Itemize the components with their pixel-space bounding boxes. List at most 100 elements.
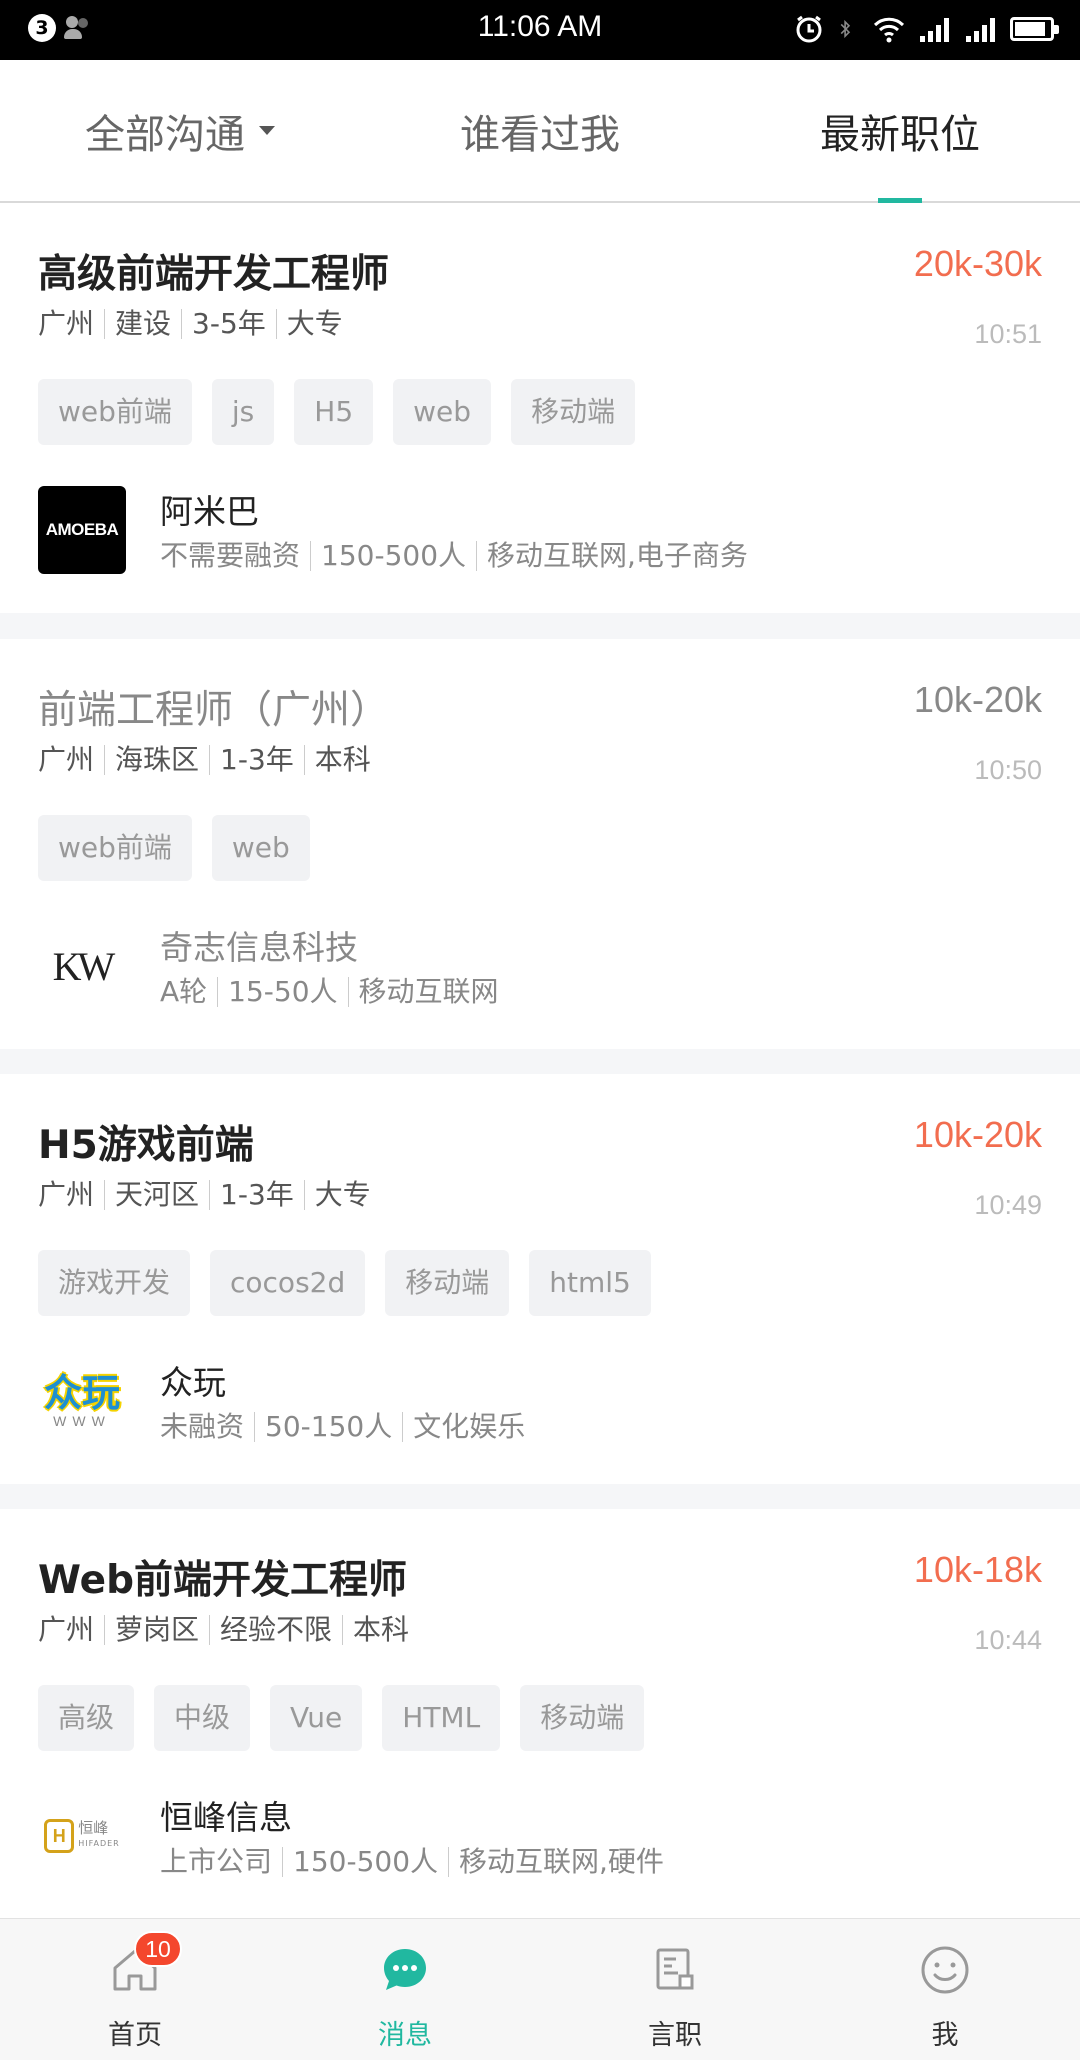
battery-icon	[1010, 17, 1059, 41]
company-industry: 移动互联网,硬件	[448, 1847, 674, 1877]
job-title: 高级前端开发工程师	[38, 252, 390, 297]
job-tag: 中级	[154, 1685, 251, 1751]
company-meta: 上市公司 150-500人 移动互联网,硬件	[160, 1847, 674, 1877]
nav-home[interactable]: 10 首页	[0, 1919, 270, 2060]
company-funding: 上市公司	[160, 1845, 273, 1878]
job-city: 广州	[38, 1613, 95, 1646]
chevron-down-icon	[259, 126, 275, 135]
job-time: 10:51	[974, 319, 1042, 349]
job-tag: 高级	[38, 1685, 135, 1751]
company-size: 15-50人	[217, 977, 347, 1007]
job-tag: web前端	[38, 815, 192, 881]
job-time: 10:49	[974, 1190, 1042, 1220]
job-education: 大专	[275, 309, 353, 339]
company-logo: AMOEBA	[38, 486, 126, 574]
company-name: 恒峰信息	[160, 1798, 292, 1837]
job-tag: HTML	[382, 1685, 501, 1751]
job-meta: 广州 萝岗区 经验不限 本科	[38, 1615, 419, 1645]
job-salary: 10k-18k	[913, 1549, 1042, 1590]
document-icon	[646, 1941, 704, 1999]
job-card[interactable]: Web前端开发工程师 10k-18k 广州 萝岗区 经验不限 本科 10:44 …	[0, 1509, 1080, 1918]
company-industry: 移动互联网,电子商务	[476, 541, 758, 571]
job-experience: 1-3年	[209, 745, 304, 775]
job-experience: 经验不限	[209, 1615, 342, 1645]
company-logo: 众玩 WWW	[38, 1357, 126, 1445]
job-card[interactable]: 高级前端开发工程师 20k-30k 广州 建设 3-5年 大专 10:51 we…	[0, 203, 1080, 613]
home-icon: 10	[106, 1931, 182, 1999]
company-size: 50-150人	[254, 1412, 402, 1442]
job-tag: 游戏开发	[38, 1250, 191, 1316]
job-title: Web前端开发工程师	[38, 1558, 407, 1603]
nav-yanzhi[interactable]: 言职	[540, 1919, 810, 2060]
job-city: 广州	[38, 1178, 95, 1211]
company-logo: H 恒峰 HIFADER	[38, 1792, 126, 1880]
job-tags: 游戏开发 cocos2d 移动端 html5	[38, 1250, 651, 1316]
bluetooth-icon	[840, 19, 851, 39]
company-size: 150-500人	[310, 541, 476, 571]
job-education: 本科	[303, 745, 381, 775]
tab-who-viewed-me-label: 谁看过我	[460, 111, 620, 158]
signal-2-icon	[966, 18, 995, 42]
chat-icon	[376, 1941, 434, 1999]
job-tag: 移动端	[520, 1685, 645, 1751]
nav-messages[interactable]: 消息	[270, 1919, 540, 2060]
job-tag: html5	[529, 1250, 651, 1316]
job-tags: web前端 js H5 web 移动端	[38, 379, 636, 445]
company-logo: KW	[38, 922, 126, 1010]
top-tab-bar: 全部沟通 谁看过我 最新职位	[0, 60, 1080, 203]
job-tag: 移动端	[385, 1250, 510, 1316]
nav-home-label: 首页	[108, 2020, 162, 2051]
job-district: 萝岗区	[104, 1615, 209, 1645]
job-city: 广州	[38, 307, 95, 340]
company-funding: A轮	[160, 975, 208, 1008]
job-salary: 10k-20k	[913, 679, 1042, 720]
nav-me-label: 我	[931, 2020, 959, 2051]
job-tags: 高级 中级 Vue HTML 移动端	[38, 1685, 645, 1751]
company-name: 众玩	[160, 1363, 226, 1402]
job-district: 天河区	[104, 1180, 209, 1210]
signal-icon	[920, 18, 949, 42]
wifi-icon	[873, 17, 905, 43]
job-salary: 10k-20k	[913, 1114, 1042, 1155]
home-badge: 10	[134, 1931, 182, 1967]
company-meta: 未融资 50-150人 文化娱乐	[160, 1412, 535, 1442]
job-tag: web	[211, 815, 310, 881]
job-tag: web	[393, 379, 492, 445]
tab-who-viewed-me[interactable]: 谁看过我	[360, 60, 720, 201]
company-size: 150-500人	[282, 1847, 448, 1877]
job-city: 广州	[38, 743, 95, 776]
company-industry: 文化娱乐	[402, 1412, 535, 1442]
job-experience: 3-5年	[181, 309, 276, 339]
smiley-icon	[916, 1941, 974, 1999]
job-salary: 20k-30k	[913, 243, 1042, 284]
company-name: 奇志信息科技	[160, 928, 358, 967]
status-bar: 3 11:06 AM	[0, 0, 1080, 60]
job-time: 10:44	[974, 1625, 1042, 1655]
tab-all-chats[interactable]: 全部沟通	[0, 60, 360, 201]
job-experience: 1-3年	[209, 1180, 304, 1210]
job-education: 大专	[303, 1180, 381, 1210]
job-meta: 广州 天河区 1-3年 大专	[38, 1180, 381, 1210]
tab-latest-jobs[interactable]: 最新职位	[720, 60, 1080, 203]
job-district: 建设	[104, 309, 181, 339]
job-list: 高级前端开发工程师 20k-30k 广州 建设 3-5年 大专 10:51 we…	[0, 203, 1080, 1918]
job-tag: H5	[294, 379, 374, 445]
job-card[interactable]: H5游戏前端 10k-20k 广州 天河区 1-3年 大专 10:49 游戏开发…	[0, 1074, 1080, 1484]
company-funding: 未融资	[160, 1410, 245, 1443]
job-meta: 广州 建设 3-5年 大专	[38, 309, 353, 339]
job-district: 海珠区	[104, 745, 209, 775]
company-industry: 移动互联网	[347, 977, 509, 1007]
company-meta: 不需要融资 150-500人 移动互联网,电子商务	[160, 541, 758, 571]
bottom-nav: 10 首页 消息 言职 我	[0, 1918, 1080, 2060]
company-funding: 不需要融资	[160, 539, 301, 572]
job-education: 本科	[342, 1615, 419, 1645]
tab-all-chats-label: 全部沟通	[85, 111, 245, 158]
nav-me[interactable]: 我	[810, 1919, 1080, 2060]
company-meta: A轮 15-50人 移动互联网	[160, 977, 509, 1007]
job-card[interactable]: 前端工程师（广州） 10k-20k 广州 海珠区 1-3年 本科 10:50 w…	[0, 639, 1080, 1049]
job-tag: js	[211, 379, 275, 445]
job-time: 10:50	[974, 755, 1042, 785]
job-tag: 移动端	[511, 379, 636, 445]
nav-yanzhi-label: 言职	[648, 2020, 702, 2051]
company-name: 阿米巴	[160, 492, 259, 531]
